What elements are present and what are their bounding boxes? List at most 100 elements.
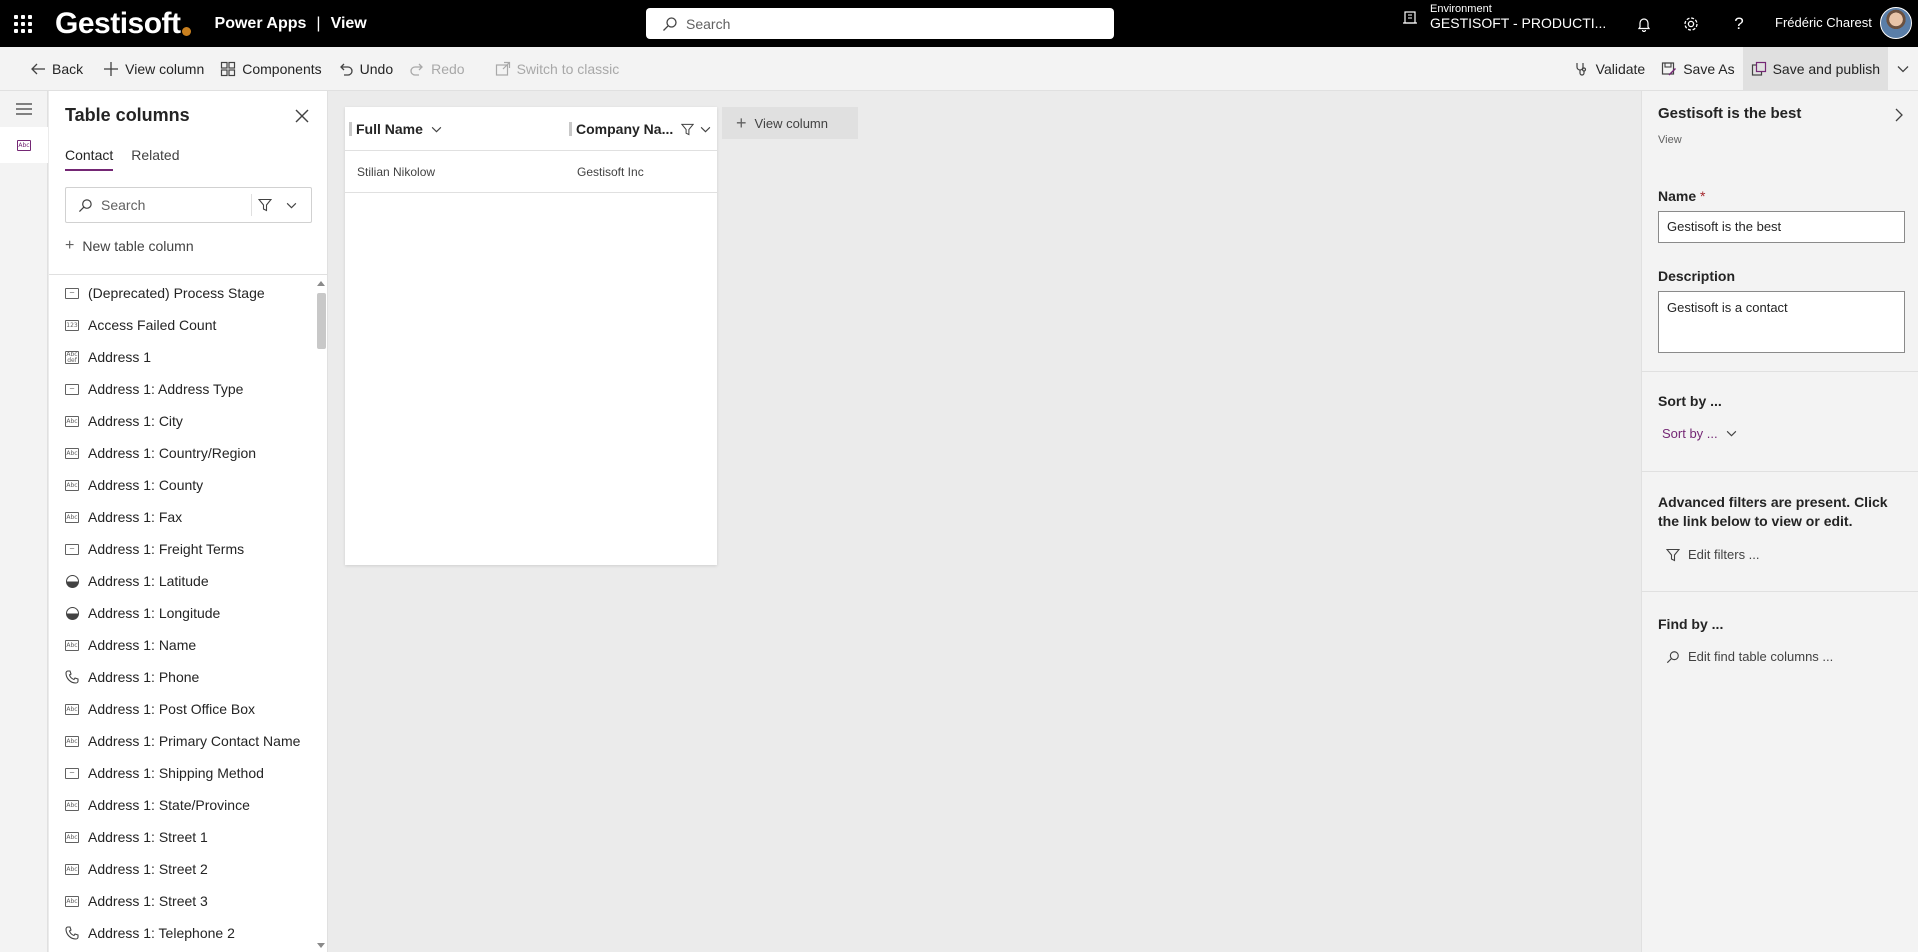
column-list-item-label: Address 1: Phone bbox=[88, 669, 200, 685]
user-avatar[interactable] bbox=[1880, 7, 1912, 39]
plus-icon: + bbox=[65, 237, 75, 254]
app-launcher-icon[interactable] bbox=[0, 0, 46, 47]
chevron-right-icon[interactable] bbox=[1894, 107, 1904, 123]
resize-grip[interactable] bbox=[349, 122, 352, 136]
panel-title: Table columns bbox=[65, 105, 190, 125]
redo-button[interactable]: Redo bbox=[401, 47, 472, 91]
number-icon: 123 bbox=[65, 319, 79, 331]
column-list-item[interactable]: Abc Address 1: State/Province bbox=[49, 789, 311, 821]
text-icon: Abc bbox=[65, 799, 79, 811]
column-list-item[interactable]: Abc Address 1: Primary Contact Name bbox=[49, 725, 311, 757]
scroll-thumb[interactable] bbox=[317, 293, 326, 349]
column-list-item-label: Address 1: Longitude bbox=[88, 605, 221, 621]
back-button[interactable]: Back bbox=[22, 47, 91, 91]
column-list-item[interactable]: ─ Address 1: Shipping Method bbox=[49, 757, 311, 789]
column-list-item-label: Address 1: Telephone 2 bbox=[88, 925, 235, 941]
undo-button[interactable]: Undo bbox=[330, 47, 401, 91]
column-search-input[interactable]: Search bbox=[65, 187, 312, 223]
edit-filters-label: Edit filters ... bbox=[1688, 547, 1760, 562]
view-column-label: View column bbox=[125, 60, 205, 77]
column-list-item[interactable]: ─ Address 1: Freight Terms bbox=[49, 533, 311, 565]
table-columns-rail-icon[interactable]: Abc bbox=[0, 127, 48, 163]
column-list-item[interactable]: Address 1: Latitude bbox=[49, 565, 311, 597]
column-list-item-label: Address 1: Street 3 bbox=[88, 893, 208, 909]
save-options-chevron-down-icon[interactable] bbox=[1888, 47, 1918, 91]
name-field[interactable]: Gestisoft is the best bbox=[1658, 211, 1905, 243]
new-table-column-button[interactable]: + New table column bbox=[65, 237, 194, 255]
column-list-item-label: Address 1: State/Province bbox=[88, 797, 250, 813]
add-view-column-button[interactable]: + View column bbox=[722, 107, 858, 139]
table-row[interactable]: Stilian Nikolow Gestisoft Inc bbox=[345, 151, 717, 193]
column-list-item[interactable]: ─ (Deprecated) Process Stage bbox=[49, 277, 311, 309]
column-list-item[interactable]: Abc Address 1: Street 2 bbox=[49, 853, 311, 885]
column-list-item[interactable]: Address 1: Phone bbox=[49, 661, 311, 693]
view-name: View bbox=[330, 14, 367, 32]
edit-filters-link[interactable]: Edit filters ... bbox=[1666, 547, 1760, 562]
notifications-icon[interactable] bbox=[1632, 12, 1656, 36]
column-list-item[interactable]: Abc Address 1: County bbox=[49, 469, 311, 501]
column-list-item[interactable]: Address 1: Longitude bbox=[49, 597, 311, 629]
publish-icon bbox=[1751, 61, 1766, 76]
scroll-up-icon[interactable] bbox=[317, 281, 325, 286]
text-icon: Abc bbox=[65, 447, 79, 459]
text-icon: Abc bbox=[65, 639, 79, 651]
description-field[interactable]: Gestisoft is a contact bbox=[1658, 291, 1905, 353]
column-header-full-name[interactable]: Full Name bbox=[349, 107, 442, 151]
scroll-down-icon[interactable] bbox=[317, 943, 325, 948]
column-list-scrollbar[interactable] bbox=[314, 277, 326, 952]
option-set-icon: ─ bbox=[65, 382, 79, 396]
column-filter-dropdown[interactable] bbox=[251, 194, 311, 216]
divider bbox=[1642, 371, 1918, 372]
column-list-item[interactable]: Abc Address 1: Fax bbox=[49, 501, 311, 533]
column-list-item[interactable]: Abc def Address 1 bbox=[49, 341, 311, 373]
sort-by-dropdown[interactable]: Sort by ... bbox=[1662, 426, 1737, 441]
switch-to-classic-button[interactable]: Switch to classic bbox=[487, 47, 628, 91]
column-list-item-label: Address 1: Fax bbox=[88, 509, 183, 525]
properties-panel: Gestisoft is the best View Name * Gestis… bbox=[1641, 91, 1918, 952]
column-list-item[interactable]: Abc Address 1: Post Office Box bbox=[49, 693, 311, 725]
close-icon[interactable] bbox=[293, 107, 311, 125]
help-icon[interactable]: ? bbox=[1727, 12, 1751, 36]
column-list-item-label: Address 1: Street 2 bbox=[88, 861, 208, 877]
settings-gear-icon[interactable] bbox=[1679, 12, 1703, 36]
column-list-item[interactable]: ─ Address 1: Address Type bbox=[49, 373, 311, 405]
advanced-filters-text: Advanced filters are present. Click the … bbox=[1658, 494, 1888, 529]
column-list-item[interactable]: Abc Address 1: City bbox=[49, 405, 311, 437]
global-search-input[interactable]: Search bbox=[646, 8, 1114, 39]
column-list-item-label: Address 1: Country/Region bbox=[88, 445, 257, 461]
view-column-button[interactable]: View column bbox=[95, 47, 212, 91]
validate-button[interactable]: Validate bbox=[1566, 47, 1654, 91]
save-as-button[interactable]: Save As bbox=[1653, 47, 1742, 91]
column-header-company-name[interactable]: Company Na... bbox=[569, 107, 711, 151]
column-list-item[interactable]: Address 1: Telephone 2 bbox=[49, 917, 311, 949]
chevron-down-icon bbox=[700, 126, 711, 132]
app-name[interactable]: Power Apps bbox=[215, 15, 307, 33]
hamburger-menu-icon[interactable] bbox=[0, 91, 48, 127]
column-list-item[interactable]: Abc Address 1: Name bbox=[49, 629, 311, 661]
undo-label: Undo bbox=[359, 60, 394, 77]
column-list-item[interactable]: Abc Address 1: Street 1 bbox=[49, 821, 311, 853]
tab-contact[interactable]: Contact bbox=[65, 147, 114, 171]
filter-icon bbox=[258, 198, 272, 212]
user-name[interactable]: Frédéric Charest bbox=[1775, 15, 1872, 30]
search-icon bbox=[78, 198, 92, 212]
environment-picker[interactable]: Environment GESTISOFT - PRODUCTI... bbox=[1402, 3, 1606, 31]
components-label: Components bbox=[242, 60, 322, 77]
column-list-item[interactable]: Abc Address 1: Country/Region bbox=[49, 437, 311, 469]
column-list-item[interactable]: Abc Address 1: Street 3 bbox=[49, 885, 311, 917]
back-label: Back bbox=[52, 60, 84, 77]
text-icon: Abc bbox=[65, 863, 79, 875]
stethoscope-icon bbox=[1576, 63, 1586, 76]
column-list-item[interactable]: 123 Access Failed Count bbox=[49, 309, 311, 341]
divider bbox=[1642, 591, 1918, 592]
switch-classic-icon bbox=[495, 61, 510, 76]
save-and-publish-button[interactable]: Save and publish bbox=[1742, 47, 1888, 91]
tab-related[interactable]: Related bbox=[131, 147, 179, 171]
grid-header: Full Name Company Na... bbox=[345, 107, 717, 151]
column-list-item-label: Address 1: Shipping Method bbox=[88, 765, 264, 781]
edit-find-columns-link[interactable]: Edit find table columns ... bbox=[1666, 649, 1833, 664]
components-button[interactable]: Components bbox=[212, 47, 329, 91]
table-columns-panel: Table columns Contact Related Search + N… bbox=[49, 91, 328, 952]
text-icon: Abc bbox=[65, 831, 79, 843]
resize-grip[interactable] bbox=[569, 122, 572, 136]
